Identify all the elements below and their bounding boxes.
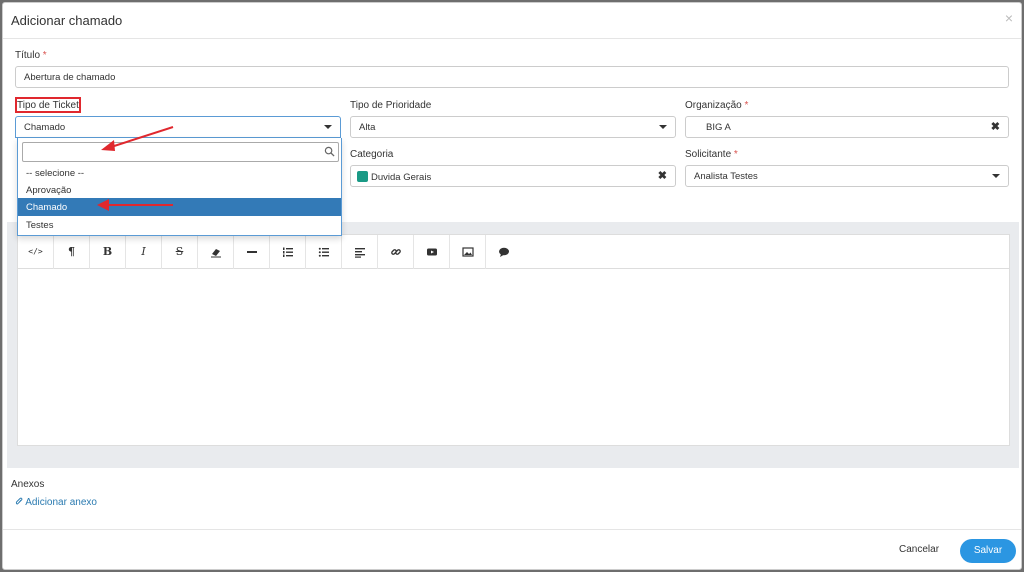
add-ticket-modal: Adicionar chamado × Título * Abertura de…: [2, 2, 1022, 570]
modal-title: Adicionar chamado: [11, 13, 123, 28]
paragraph-icon[interactable]: ¶: [54, 234, 90, 269]
tipo-ticket-label: Tipo de Ticket: [17, 100, 79, 111]
cancel-button[interactable]: Cancelar: [899, 544, 939, 555]
save-button[interactable]: Salvar: [960, 539, 1016, 563]
ul-icon-svg: [318, 247, 329, 257]
link-icon-svg: [390, 248, 401, 255]
organizacao-label-text: Organização: [685, 100, 742, 111]
align-icon-svg: [354, 247, 365, 258]
video-icon-svg: [426, 248, 437, 255]
horizontal-rule-icon[interactable]: [234, 234, 270, 269]
align-icon[interactable]: [342, 234, 378, 269]
paperclip-icon: [15, 497, 25, 508]
dropdown-option-selected[interactable]: Chamado: [18, 198, 341, 216]
ordered-list-icon[interactable]: [270, 234, 306, 269]
dropdown-option[interactable]: Testes: [18, 216, 341, 234]
solicitante-select[interactable]: Analista Testes: [685, 165, 1009, 187]
hr-icon-svg: [246, 250, 257, 253]
image-icon-svg: [461, 246, 474, 257]
bold-icon[interactable]: B: [90, 234, 126, 269]
editor-area: </> ¶ B I S: [7, 222, 1019, 468]
link-icon[interactable]: [378, 234, 414, 269]
eraser-icon-svg: [210, 248, 221, 257]
tipo-ticket-select[interactable]: Chamado: [15, 116, 341, 138]
tipo-ticket-value: Chamado: [24, 122, 66, 133]
rich-text-editor: </> ¶ B I S: [17, 234, 1010, 446]
solicitante-value: Analista Testes: [694, 171, 758, 182]
category-color-swatch: [357, 171, 368, 182]
modal-header: Adicionar chamado ×: [3, 3, 1021, 39]
chevron-down-icon: [324, 125, 332, 129]
required-mark: *: [733, 149, 738, 160]
solicitante-label: Solicitante *: [685, 149, 738, 160]
tipo-ticket-dropdown: -- selecione -- Aprovação Chamado Testes: [17, 138, 342, 236]
eraser-icon[interactable]: [198, 234, 234, 269]
titulo-label: Título *: [15, 50, 47, 61]
unordered-list-icon[interactable]: [306, 234, 342, 269]
add-attachment-link[interactable]: Adicionar anexo: [15, 497, 97, 508]
categoria-value: Duvida Gerais: [371, 172, 432, 183]
close-icon[interactable]: ×: [1005, 11, 1013, 25]
footer-divider: [3, 529, 1021, 530]
editor-toolbar: </> ¶ B I S: [18, 234, 1009, 269]
clear-icon[interactable]: ✖: [991, 120, 1000, 133]
dropdown-search-input[interactable]: [22, 142, 339, 162]
organizacao-value: BIG A: [706, 122, 731, 133]
strikethrough-icon[interactable]: S: [162, 234, 198, 269]
organizacao-select[interactable]: BIG A ✖: [685, 116, 1009, 138]
categoria-select[interactable]: Duvida Gerais ✖: [350, 165, 676, 187]
required-mark: *: [42, 50, 47, 61]
search-icon: [324, 146, 335, 157]
video-icon[interactable]: [414, 234, 450, 269]
solicitante-label-text: Solicitante: [685, 149, 732, 160]
tipo-prioridade-label: Tipo de Prioridade: [350, 100, 432, 111]
ol-icon-svg: [282, 247, 293, 257]
required-mark: *: [744, 100, 749, 111]
titulo-label-text: Título: [15, 50, 41, 61]
organizacao-label: Organização *: [685, 100, 748, 111]
add-attachment-label: Adicionar anexo: [25, 497, 97, 508]
comment-icon-svg: [499, 247, 509, 257]
chevron-down-icon: [659, 125, 667, 129]
titulo-input[interactable]: Abertura de chamado: [15, 66, 1009, 88]
tipo-prioridade-value: Alta: [359, 122, 376, 133]
comment-icon[interactable]: [486, 235, 522, 269]
image-icon[interactable]: [450, 234, 486, 269]
tipo-prioridade-select[interactable]: Alta: [350, 116, 676, 138]
dropdown-option[interactable]: -- selecione --: [18, 164, 341, 182]
italic-icon[interactable]: I: [126, 234, 162, 269]
categoria-label: Categoria: [350, 149, 394, 160]
chevron-down-icon: [992, 174, 1000, 178]
code-view-icon[interactable]: </>: [18, 234, 54, 269]
clear-icon[interactable]: ✖: [658, 169, 667, 182]
attachments-label: Anexos: [11, 479, 45, 490]
dropdown-option[interactable]: Aprovação: [18, 181, 341, 199]
